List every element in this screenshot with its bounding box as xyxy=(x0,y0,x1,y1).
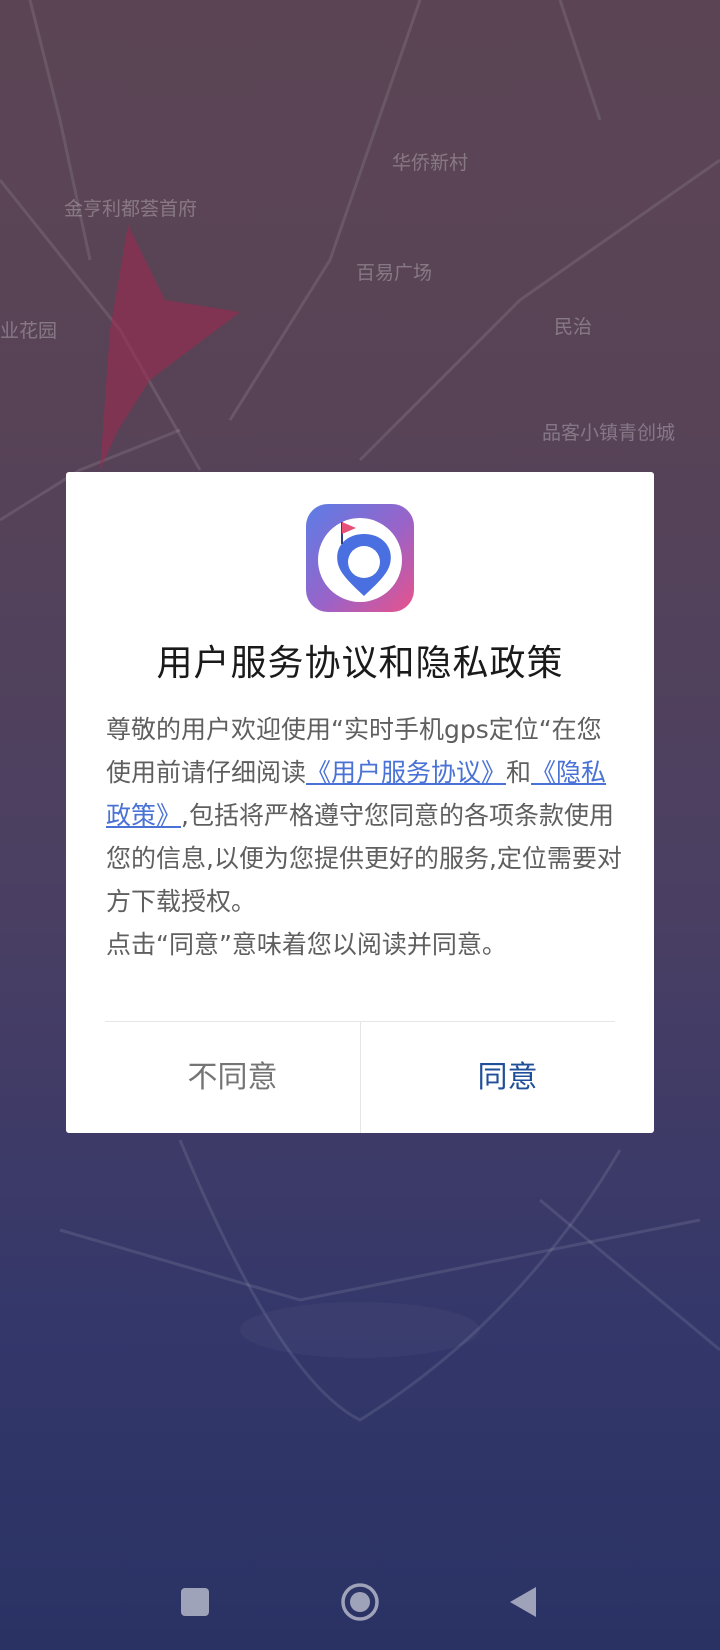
disagree-button[interactable]: 不同意 xyxy=(105,1022,360,1133)
agreement-dialog: 用户服务协议和隐私政策 尊敬的用户欢迎使用“实时手机gps定位“在您使用前请仔细… xyxy=(66,472,654,1133)
map-label: 百易广场 xyxy=(356,262,433,284)
conjunction-text: 和 xyxy=(506,758,532,787)
app-logo-icon xyxy=(306,504,414,612)
agree-button[interactable]: 同意 xyxy=(361,1022,654,1133)
map-label: 业花园 xyxy=(0,320,58,342)
service-agreement-link[interactable]: 《用户服务协议》 xyxy=(306,758,506,787)
consent-note: 点击“同意”意味着您以阅读并同意。 xyxy=(106,930,507,959)
dialog-body: 尊敬的用户欢迎使用“实时手机gps定位“在您使用前请仔细阅读《用户服务协议》和《… xyxy=(106,708,626,966)
home-icon[interactable] xyxy=(340,1582,380,1622)
map-label: 华侨新村 xyxy=(392,152,469,174)
recents-icon[interactable] xyxy=(181,1588,209,1616)
map-label: 金亨利都荟首府 xyxy=(64,198,198,220)
map-label: 民治 xyxy=(554,316,593,338)
back-icon[interactable] xyxy=(508,1585,538,1619)
body-continue-text: ,包括将严格遵守您同意的各项条款使用您的信息,以便为您提供更好的服务,定位需要对… xyxy=(106,801,622,916)
dialog-body-paragraph: 尊敬的用户欢迎使用“实时手机gps定位“在您使用前请仔细阅读《用户服务协议》和《… xyxy=(106,708,626,923)
dialog-title: 用户服务协议和隐私政策 xyxy=(156,643,564,684)
system-nav-bar xyxy=(0,1560,720,1650)
map-label: 品客小镇青创城 xyxy=(542,422,676,444)
